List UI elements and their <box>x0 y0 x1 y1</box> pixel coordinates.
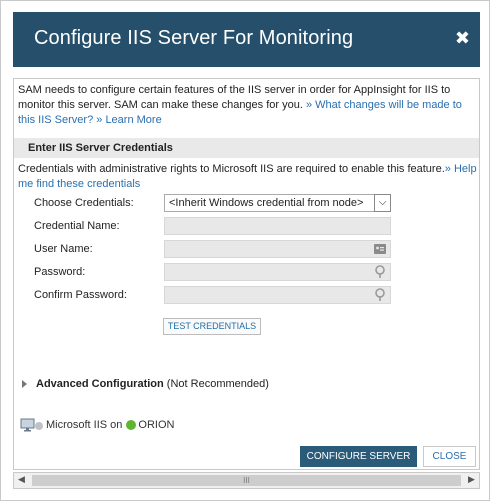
advanced-configuration-note: (Not Recommended) <box>166 378 269 390</box>
confirm-password-row: Confirm Password: <box>34 286 474 304</box>
learn-more-link[interactable]: » Learn More <box>96 114 161 126</box>
credentials-section-header: Enter IIS Server Credentials <box>14 138 479 158</box>
confirm-password-field[interactable] <box>164 286 391 304</box>
key-icon <box>375 265 385 278</box>
configure-iis-dialog: Configure IIS Server For Monitoring ✖ SA… <box>0 0 490 501</box>
credentials-note-text: Credentials with administrative rights t… <box>18 163 445 175</box>
dialog-titlebar: Configure IIS Server For Monitoring ✖ <box>13 12 480 67</box>
status-dot-icon <box>126 420 137 431</box>
dialog-content: SAM needs to configure certain features … <box>13 78 480 470</box>
scrollbar-thumb[interactable]: III <box>32 475 461 486</box>
user-name-field[interactable] <box>164 240 391 258</box>
choose-credentials-label: Choose Credentials: <box>34 197 134 209</box>
configure-server-button[interactable]: CONFIGURE SERVER <box>300 446 417 467</box>
node-name: ORION <box>138 419 175 431</box>
choose-credentials-row: Choose Credentials: <Inherit Windows cre… <box>34 194 474 212</box>
scroll-left-icon[interactable]: ◀ <box>14 473 29 488</box>
test-credentials-button[interactable]: TEST CREDENTIALS <box>163 318 261 335</box>
id-card-icon <box>374 244 386 254</box>
scrollbar-grip: III <box>243 476 250 485</box>
user-name-row: User Name: <box>34 240 474 258</box>
expand-triangle-icon <box>22 380 27 389</box>
credential-name-row: Credential Name: <box>34 217 474 235</box>
close-icon[interactable]: ✖ <box>455 28 470 49</box>
advanced-configuration-toggle[interactable]: Advanced Configuration (Not Recommended) <box>22 377 269 392</box>
password-label: Password: <box>34 266 86 278</box>
confirm-password-label: Confirm Password: <box>34 289 127 301</box>
credential-name-label: Credential Name: <box>34 220 120 232</box>
monitor-icon <box>20 418 43 432</box>
user-name-label: User Name: <box>34 243 93 255</box>
horizontal-scrollbar[interactable]: ◀ III ▶ <box>13 472 480 489</box>
monitored-app-label: Microsoft IIS on <box>46 419 123 431</box>
choose-credentials-value: <Inherit Windows credential from node> <box>169 197 364 209</box>
monitored-target: Microsoft IIS on ORION <box>20 418 174 433</box>
choose-credentials-select[interactable]: <Inherit Windows credential from node> ⌵ <box>164 194 391 212</box>
chevron-down-icon[interactable]: ⌵ <box>374 194 391 212</box>
intro-paragraph: SAM needs to configure certain features … <box>18 83 478 128</box>
scroll-right-icon[interactable]: ▶ <box>464 473 479 488</box>
password-row: Password: <box>34 263 474 281</box>
dialog-title: Configure IIS Server For Monitoring <box>34 27 354 49</box>
close-button[interactable]: CLOSE <box>423 446 476 467</box>
password-field[interactable] <box>164 263 391 281</box>
key-icon <box>375 288 385 301</box>
credentials-note: Credentials with administrative rights t… <box>18 162 478 192</box>
credential-name-field[interactable] <box>164 217 391 235</box>
advanced-configuration-label: Advanced Configuration <box>36 378 164 390</box>
